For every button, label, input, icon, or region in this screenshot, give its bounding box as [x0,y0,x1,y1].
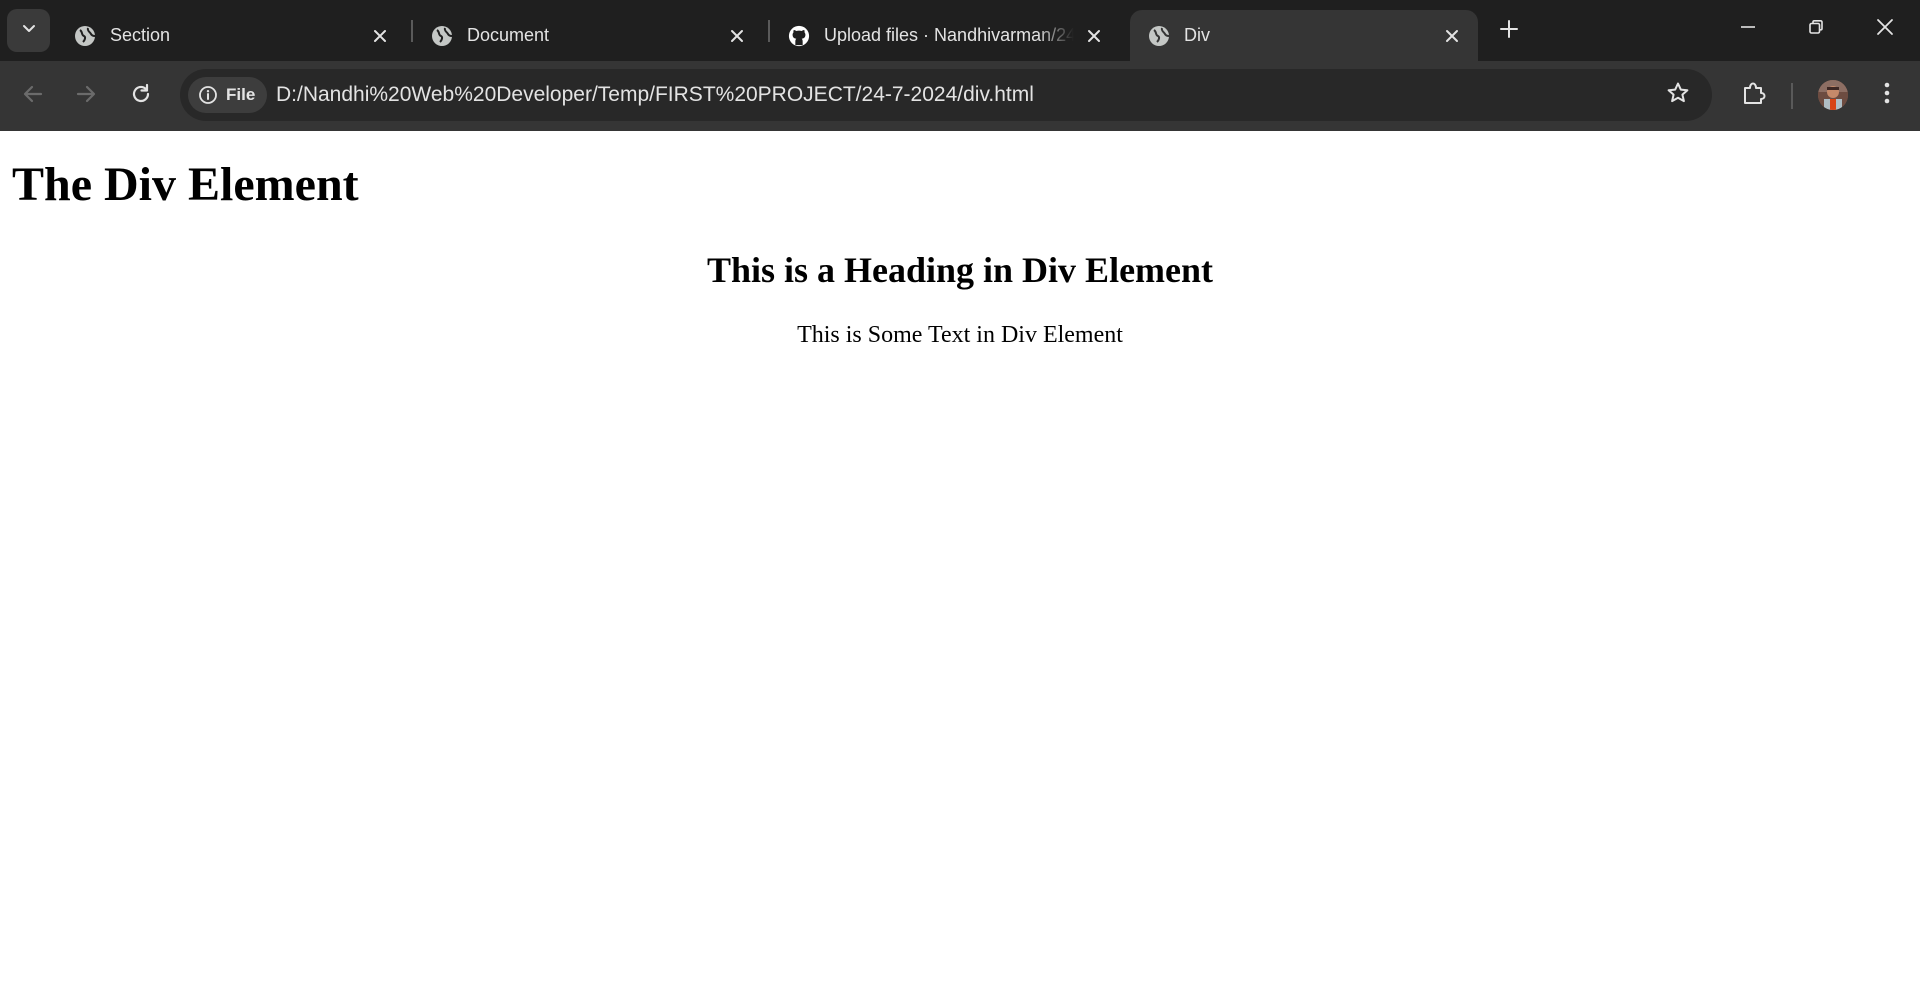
info-icon [198,85,218,105]
reload-button[interactable] [123,78,159,114]
back-button[interactable] [15,78,51,114]
star-icon [1666,81,1690,110]
browser-menu-button[interactable] [1870,77,1904,113]
tab-upload-files[interactable]: Upload files · Nandhivarman/24 [770,10,1120,61]
tab-section[interactable]: Section [56,10,406,61]
browser-chrome: Section Document Upload files · Nandhiva… [0,0,1920,131]
restore-icon [1808,19,1824,40]
globe-icon [431,25,453,47]
close-icon[interactable] [368,24,392,48]
close-icon[interactable] [1440,24,1464,48]
chevron-down-icon [21,20,37,41]
globe-icon [1148,25,1170,47]
tab-title: Div [1184,25,1210,45]
arrow-right-icon [75,83,97,110]
restore-button[interactable] [1782,0,1850,58]
tab-title: Section [110,25,171,45]
profile-avatar[interactable] [1818,80,1848,110]
close-icon [1876,18,1894,41]
more-vertical-icon [1884,82,1890,109]
page-title: The Div Element [12,158,359,211]
tab-title: Document [467,25,550,45]
extensions-button[interactable] [1736,77,1772,113]
tab-search-button[interactable] [7,9,50,52]
minimize-button[interactable] [1714,0,1782,58]
reload-icon [130,83,152,110]
site-info-label: File [226,85,256,104]
tab-div[interactable]: Div [1130,10,1478,61]
div-paragraph: This is Some Text in Div Element [797,322,1123,348]
address-bar[interactable]: File D:/Nandhi%20Web%20Developer/Temp/FI… [180,69,1712,121]
close-window-button[interactable] [1851,0,1919,58]
tab-title: Upload files · Nandhivarman/24 [824,25,1074,45]
div-heading: This is a Heading in Div Element [706,250,1214,290]
site-info-chip[interactable]: File [188,77,268,113]
globe-icon [74,25,96,47]
url-text[interactable]: D:/Nandhi%20Web%20Developer/Temp/FIRST%2… [276,69,1034,121]
bookmark-button[interactable] [1662,79,1694,111]
tab-strip: Section Document Upload files · Nandhiva… [0,0,1920,61]
page-viewport: The Div Element This is a Heading in Div… [0,131,1920,1008]
tab-document[interactable]: Document [413,10,763,61]
puzzle-icon [1741,80,1767,111]
toolbar: File D:/Nandhi%20Web%20Developer/Temp/FI… [0,61,1920,131]
toolbar-separator [1791,83,1793,109]
close-icon[interactable] [1082,24,1106,48]
forward-button[interactable] [68,78,104,114]
github-icon [788,25,810,47]
minimize-icon [1740,19,1756,40]
new-tab-button[interactable] [1492,14,1526,48]
arrow-left-icon [22,83,44,110]
plus-icon [1499,19,1519,44]
close-icon[interactable] [725,24,749,48]
